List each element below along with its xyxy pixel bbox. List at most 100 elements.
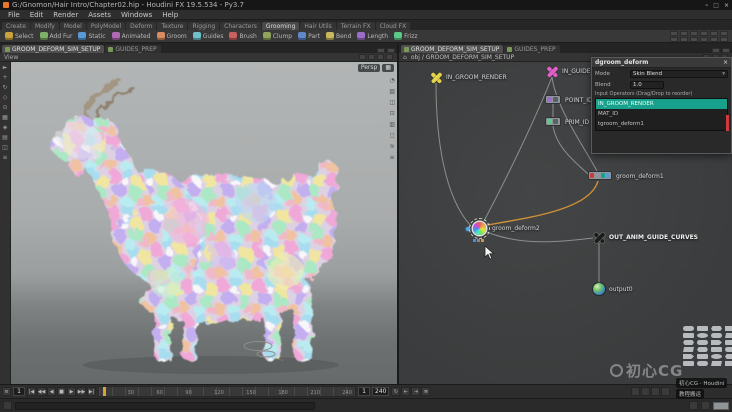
mode-dropdown[interactable]: Skin Blend ▾ bbox=[630, 69, 728, 78]
node-prim-id[interactable] bbox=[545, 117, 561, 126]
node-shape-swatch[interactable] bbox=[711, 326, 722, 331]
display-option-icon[interactable]: ⊡ bbox=[389, 110, 395, 117]
node-shape-swatch[interactable] bbox=[683, 326, 694, 331]
shelf-tab[interactable]: Deform bbox=[126, 22, 157, 30]
shelf-tab[interactable]: Texture bbox=[157, 22, 188, 30]
shelf-tool[interactable]: Select bbox=[3, 32, 36, 40]
scene-viewport[interactable]: Persp ▦ ◔ ▧ ◫ ⊡ ▥ ◻ ≋ ≡ bbox=[11, 62, 397, 384]
menu-item[interactable]: Help bbox=[157, 11, 183, 19]
parameter-panel-header[interactable]: dgroom_deform × bbox=[592, 58, 731, 68]
viewport-option-button[interactable] bbox=[359, 54, 366, 60]
node-shape-swatch[interactable] bbox=[725, 326, 732, 331]
node-shape-swatch[interactable] bbox=[697, 326, 708, 331]
viewport-tool-icon[interactable]: + bbox=[2, 75, 7, 81]
node-shape-swatch[interactable] bbox=[683, 347, 694, 352]
node-groom-deform2-selected[interactable] bbox=[469, 218, 490, 239]
node-out-anim-guide-curves[interactable] bbox=[593, 231, 606, 244]
node-shape-swatch[interactable] bbox=[725, 354, 732, 359]
node-in-groom-render[interactable] bbox=[430, 71, 443, 84]
node-in-guide-curves[interactable] bbox=[546, 65, 559, 78]
node-shape-swatch[interactable] bbox=[711, 333, 722, 338]
viewport-option-button[interactable] bbox=[377, 54, 384, 60]
shelf-tool[interactable]: Bend bbox=[324, 32, 353, 40]
camera-icon[interactable]: ▦ bbox=[382, 64, 394, 72]
node-shape-swatch[interactable] bbox=[697, 361, 708, 366]
current-frame-field[interactable]: 1 bbox=[13, 387, 25, 396]
shelf-tool[interactable]: Animated bbox=[110, 32, 153, 40]
shelf-tab[interactable]: Terrain FX bbox=[336, 22, 375, 30]
display-option-icon[interactable]: ◔ bbox=[389, 77, 395, 84]
shelf-tool[interactable]: Frizz bbox=[392, 32, 419, 40]
playback-option-button[interactable]: ⇤ bbox=[401, 387, 411, 396]
shelf-toggle[interactable] bbox=[690, 30, 698, 36]
node-point-id[interactable] bbox=[545, 95, 561, 104]
shelf-toggle[interactable] bbox=[700, 36, 708, 42]
shelf-tool[interactable]: Static bbox=[76, 32, 107, 40]
close-icon[interactable]: × bbox=[723, 59, 728, 66]
node-shape-swatch[interactable] bbox=[711, 354, 722, 359]
shelf-toggle[interactable] bbox=[680, 30, 688, 36]
viewport-tool-icon[interactable]: ⊙ bbox=[2, 105, 7, 111]
display-option-icon[interactable]: ◻ bbox=[389, 132, 395, 139]
shelf-tab[interactable]: Rigging bbox=[188, 22, 220, 30]
shelf-tab[interactable]: Model bbox=[59, 22, 86, 30]
range-end-field[interactable]: 240 bbox=[372, 387, 390, 396]
display-option-icon[interactable]: ≋ bbox=[389, 143, 395, 150]
shelf-tool[interactable]: Brush bbox=[227, 32, 258, 40]
playbar-button[interactable] bbox=[661, 387, 670, 396]
timeline-ruler[interactable]: 1 30 60 90 120 150 180 210 240 bbox=[98, 386, 356, 397]
menu-item[interactable]: File bbox=[3, 11, 25, 19]
node-shape-swatch[interactable] bbox=[711, 347, 722, 352]
viewport-tool-icon[interactable]: ≡ bbox=[2, 155, 7, 161]
pane-tab[interactable]: GUIDES_PREP bbox=[105, 45, 161, 53]
status-icon-button[interactable] bbox=[3, 401, 12, 410]
shelf-tab[interactable]: Create bbox=[2, 22, 30, 30]
shelf-toggle[interactable] bbox=[700, 30, 708, 36]
window-button[interactable]: – bbox=[705, 2, 708, 9]
menu-item[interactable]: Edit bbox=[25, 11, 49, 19]
transport-button[interactable]: ■ bbox=[57, 387, 66, 396]
transport-button[interactable]: ▶▶ bbox=[77, 387, 86, 396]
playbar-button[interactable] bbox=[631, 387, 640, 396]
range-start-field[interactable]: 1 bbox=[358, 387, 370, 396]
node-shape-swatch[interactable] bbox=[697, 340, 708, 345]
display-option-icon[interactable]: ▥ bbox=[389, 121, 395, 128]
viewport-view-menu[interactable]: View bbox=[4, 54, 18, 61]
node-shape-swatch[interactable] bbox=[683, 340, 694, 345]
status-button[interactable] bbox=[689, 401, 698, 410]
shelf-toggle[interactable] bbox=[710, 30, 718, 36]
shelf-toggle[interactable] bbox=[720, 36, 728, 42]
input-operator-item[interactable]: tgroom_deform1 bbox=[596, 119, 727, 129]
shelf-tool[interactable]: Clump bbox=[261, 32, 294, 40]
playbar-button[interactable] bbox=[641, 387, 650, 396]
network-breadcrumb[interactable]: obj / GROOM_DEFORM_SIM_SETUP bbox=[411, 54, 514, 61]
transport-button[interactable]: ◀ bbox=[47, 387, 56, 396]
node-shape-swatch[interactable] bbox=[725, 340, 732, 345]
blend-field[interactable]: 1.0 bbox=[630, 80, 664, 89]
transport-button[interactable]: |◀ bbox=[27, 387, 36, 396]
playback-option-button[interactable]: ≣ bbox=[421, 387, 431, 396]
transport-button[interactable]: ◀◀ bbox=[37, 387, 46, 396]
camera-selector[interactable]: Persp bbox=[357, 64, 381, 72]
node-shape-swatch[interactable] bbox=[697, 354, 708, 359]
shelf-toggle[interactable] bbox=[680, 36, 688, 42]
shelf-tab[interactable]: Characters bbox=[220, 22, 261, 30]
shelf-toggle[interactable] bbox=[690, 36, 698, 42]
shelf-toggle[interactable] bbox=[710, 36, 718, 42]
node-shape-swatch[interactable] bbox=[697, 333, 708, 338]
shelf-tool[interactable]: Add Fur bbox=[38, 32, 75, 40]
input-operator-item[interactable]: MAT_ID bbox=[596, 109, 727, 119]
window-button[interactable]: □ bbox=[713, 2, 719, 9]
viewport-tool-icon[interactable]: ◫ bbox=[2, 145, 8, 151]
shelf-tool[interactable]: Length bbox=[355, 32, 390, 40]
node-shape-swatch[interactable] bbox=[725, 333, 732, 338]
pane-tab[interactable]: GROOM_DEFORM_SIM_SETUP bbox=[2, 45, 105, 53]
node-shape-swatch[interactable] bbox=[711, 340, 722, 345]
status-button[interactable] bbox=[701, 401, 710, 410]
shelf-tab[interactable]: Grooming bbox=[261, 22, 300, 30]
node-output0[interactable] bbox=[593, 283, 605, 295]
shelf-tab[interactable]: Cloud FX bbox=[375, 22, 411, 30]
viewport-tool-icon[interactable]: ◇ bbox=[3, 95, 8, 101]
pane-tab[interactable]: GUIDES_PREP bbox=[504, 45, 560, 53]
shelf-tool[interactable]: Groom bbox=[155, 32, 189, 40]
